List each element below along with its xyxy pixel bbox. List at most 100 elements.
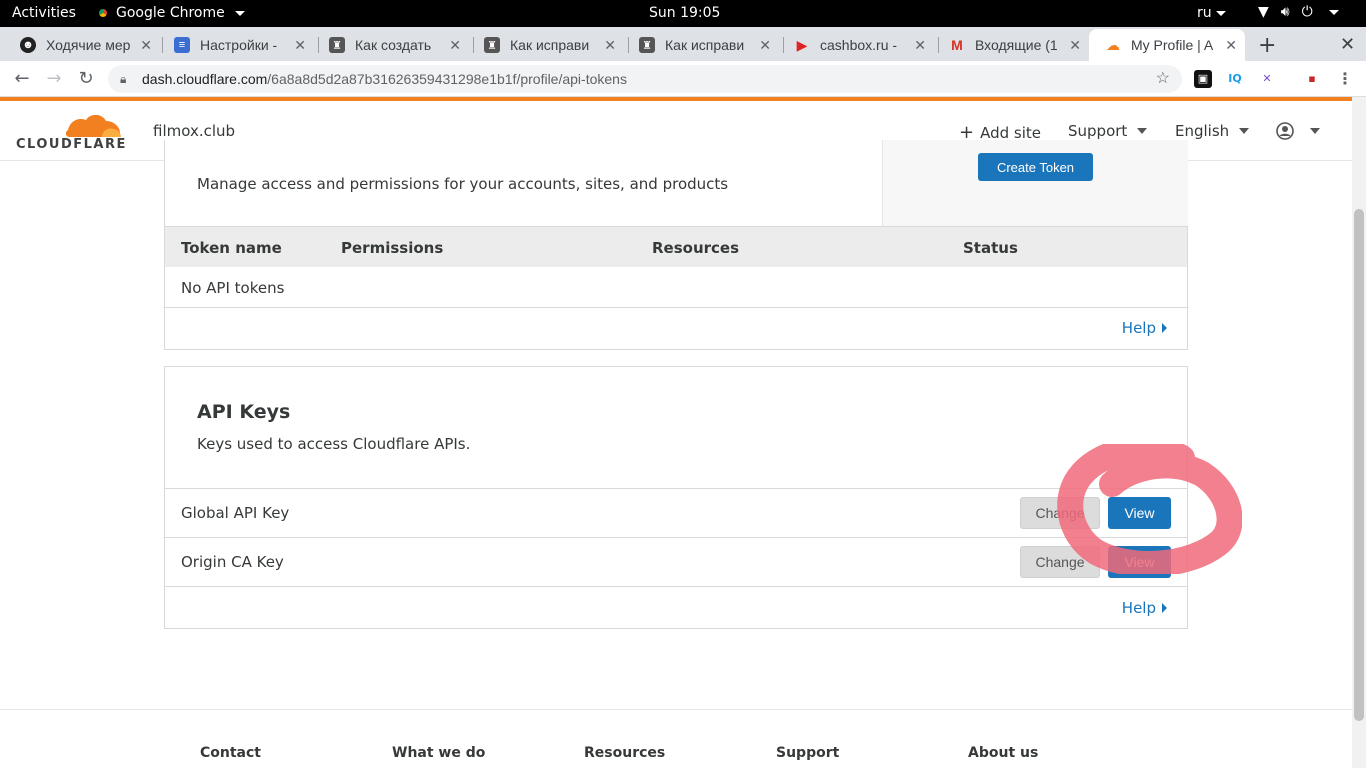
app-name: Google Chrome bbox=[116, 5, 225, 21]
url-host: dash.cloudflare.com bbox=[142, 71, 268, 87]
column-header: Status bbox=[963, 239, 1018, 257]
forward-icon[interactable]: → bbox=[42, 67, 66, 91]
url-path: /6a8a8d5d2a87b31626359431298e1b1f/profil… bbox=[267, 71, 627, 87]
browser-tab[interactable]: ≡ Настройки - ✕ bbox=[158, 29, 314, 61]
back-icon[interactable]: ← bbox=[10, 67, 34, 91]
browser-tab[interactable]: ♜ Как создать ✕ bbox=[313, 29, 469, 61]
tab-label: Входящие (1 bbox=[975, 37, 1058, 53]
key-label: Global API Key bbox=[181, 504, 290, 522]
language-label: English bbox=[1175, 122, 1230, 140]
close-icon[interactable]: ✕ bbox=[914, 37, 926, 54]
browser-tab[interactable]: M Входящие (1 ✕ bbox=[933, 29, 1089, 61]
keyboard-layout-label: ru bbox=[1197, 5, 1212, 21]
robot-icon: ♜ bbox=[329, 37, 345, 53]
avatar-icon: ☻ bbox=[20, 37, 36, 53]
robot-icon: ♜ bbox=[639, 37, 655, 53]
tokens-action-panel: Create Token bbox=[882, 140, 1188, 226]
cloudflare-logo[interactable]: CLOUDFLARE bbox=[16, 111, 125, 152]
wifi-icon: ▼ bbox=[1258, 4, 1269, 20]
browser-tab[interactable]: ♜ Как исправи ✕ bbox=[623, 29, 779, 61]
close-icon[interactable]: ✕ bbox=[449, 37, 461, 54]
footer-support: Support bbox=[776, 745, 840, 761]
change-global-key-button[interactable]: Change bbox=[1020, 497, 1100, 529]
tab-label: cashbox.ru - bbox=[820, 37, 898, 53]
tokens-table-header: Token name Permissions Resources Status bbox=[165, 226, 1187, 267]
database-icon: ≡ bbox=[174, 37, 190, 53]
page-scrollbar[interactable] bbox=[1352, 97, 1366, 768]
tab-label: Как создать bbox=[355, 37, 432, 53]
gnome-top-bar: Activities Google Chrome Sun 19:05 ru ▼ … bbox=[0, 0, 1366, 27]
footer-contact: Contact bbox=[200, 745, 261, 761]
browser-tab[interactable]: ▶ cashbox.ru - ✕ bbox=[778, 29, 934, 61]
address-bar[interactable]: 🔒︎ dash.cloudflare.com/6a8a8d5d2a87b3162… bbox=[108, 65, 1182, 93]
activities-button[interactable]: Activities bbox=[12, 5, 76, 21]
support-menu[interactable]: Support bbox=[1068, 122, 1148, 140]
new-tab-icon[interactable]: + bbox=[1258, 33, 1276, 58]
reload-icon[interactable]: ↻ bbox=[74, 67, 98, 91]
user-menu[interactable] bbox=[1276, 122, 1320, 140]
power-icon: ⏻ bbox=[1301, 4, 1313, 20]
close-icon[interactable]: ✕ bbox=[604, 37, 616, 54]
chrome-icon bbox=[96, 6, 110, 20]
browser-tab[interactable]: ☻ Ходячие мер ✕ bbox=[4, 29, 160, 61]
key-row-origin-ca: Origin CA Key Change View bbox=[165, 538, 1187, 587]
api-keys-description: Keys used to access Cloudflare APIs. bbox=[197, 435, 471, 453]
tab-label: Настройки - bbox=[200, 37, 278, 53]
kebab-menu-icon[interactable]: ⋮ bbox=[1336, 70, 1354, 88]
browser-toolbar: ← → ↻ 🔒︎ dash.cloudflare.com/6a8a8d5d2a8… bbox=[0, 61, 1366, 97]
help-label: Help bbox=[1121, 599, 1156, 617]
footer-about-us: About us bbox=[968, 745, 1039, 761]
site-selector[interactable]: filmox.club bbox=[153, 122, 235, 140]
browser-tab-active[interactable]: ☁ My Profile | A ✕ bbox=[1089, 29, 1245, 61]
scrollbar-thumb[interactable] bbox=[1354, 209, 1364, 721]
key-label: Origin CA Key bbox=[181, 553, 284, 571]
footer-divider bbox=[0, 709, 1352, 710]
chevron-right-icon bbox=[1162, 603, 1167, 613]
create-token-button[interactable]: Create Token bbox=[978, 153, 1093, 181]
view-global-key-button[interactable]: View bbox=[1108, 497, 1171, 529]
app-menu[interactable]: Google Chrome bbox=[96, 5, 245, 21]
tokens-description: Manage access and permissions for your a… bbox=[197, 175, 729, 193]
tokens-help-link[interactable]: Help bbox=[1122, 319, 1167, 337]
tab-strip: ☻ Ходячие мер ✕ ≡ Настройки - ✕ ♜ Как со… bbox=[0, 27, 1366, 61]
close-icon[interactable]: ✕ bbox=[140, 37, 152, 54]
language-menu[interactable]: English bbox=[1175, 122, 1250, 140]
close-icon[interactable]: ✕ bbox=[759, 37, 771, 54]
browser-tab[interactable]: ♜ Как исправи ✕ bbox=[468, 29, 624, 61]
chevron-down-icon bbox=[1310, 128, 1320, 134]
close-icon[interactable]: ✕ bbox=[1225, 37, 1237, 54]
api-tokens-card: Create Token Manage access and permissio… bbox=[164, 140, 1188, 350]
close-icon[interactable]: ✕ bbox=[1069, 37, 1081, 54]
window-close-icon[interactable]: ✕ bbox=[1340, 34, 1355, 55]
chevron-down-icon bbox=[1137, 128, 1148, 134]
view-origin-ca-key-button[interactable]: View bbox=[1108, 546, 1171, 578]
keys-help-link[interactable]: Help bbox=[1122, 599, 1167, 617]
close-icon[interactable]: ✕ bbox=[294, 37, 306, 54]
extension-icon[interactable]: ✕ bbox=[1258, 70, 1276, 88]
change-origin-ca-key-button[interactable]: Change bbox=[1020, 546, 1100, 578]
api-keys-card: API Keys Keys used to access Cloudflare … bbox=[164, 366, 1188, 629]
footer-what-we-do: What we do bbox=[392, 745, 486, 761]
gmail-icon: M bbox=[951, 37, 963, 53]
cloud-icon bbox=[65, 114, 121, 137]
extension-icon[interactable]: ▣ bbox=[1194, 70, 1212, 88]
tab-label: Как исправи bbox=[510, 37, 590, 53]
chevron-down-icon bbox=[1215, 10, 1226, 16]
extension-icon[interactable]: ▪ bbox=[1303, 70, 1321, 88]
column-header: Resources bbox=[652, 239, 740, 257]
empty-state: No API tokens bbox=[181, 279, 285, 297]
keyboard-layout[interactable]: ru bbox=[1197, 5, 1226, 21]
chevron-right-icon bbox=[1162, 323, 1167, 333]
iq-extension-icon[interactable]: IQ bbox=[1226, 70, 1244, 88]
logo-wordmark: CLOUDFLARE bbox=[16, 137, 127, 152]
column-header: Token name bbox=[181, 239, 282, 257]
api-keys-title: API Keys bbox=[197, 401, 291, 423]
system-tray[interactable]: ▼ 🔊︎ ⏻ bbox=[1258, 4, 1339, 20]
bookmark-star-icon[interactable]: ☆ bbox=[1156, 65, 1170, 93]
clock[interactable]: Sun 19:05 bbox=[649, 5, 720, 21]
tab-label: Ходячие мер bbox=[46, 37, 131, 53]
tab-label: Как исправи bbox=[665, 37, 745, 53]
add-site-label: Add site bbox=[980, 123, 1041, 142]
youtube-icon: ▶ bbox=[796, 36, 808, 53]
robot-icon: ♜ bbox=[484, 37, 500, 53]
